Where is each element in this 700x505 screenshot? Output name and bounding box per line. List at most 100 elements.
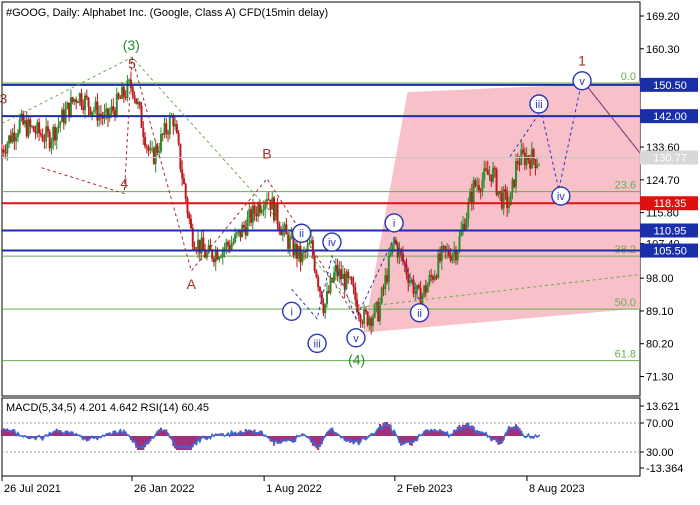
price-level-tag-text: 118.35 <box>654 198 687 210</box>
candle-body <box>469 192 472 202</box>
x-tick-label: 1 Aug 2022 <box>266 483 322 495</box>
candle-body <box>119 98 122 100</box>
candle-body <box>518 163 521 165</box>
candle-body <box>500 192 503 209</box>
candle-body <box>433 275 436 280</box>
candle-body <box>430 275 433 277</box>
y-tick-label: 169.20 <box>646 11 680 23</box>
candle-body <box>92 110 95 112</box>
candle-body <box>182 178 185 184</box>
candle-body <box>214 250 217 263</box>
candle-body <box>456 251 459 261</box>
candle-body <box>94 101 97 111</box>
candle-body <box>144 137 147 147</box>
circled-wave-text: ii <box>417 308 422 320</box>
candle-body <box>288 237 291 249</box>
candle-body <box>89 107 92 115</box>
candle-body <box>2 149 5 153</box>
macd-bar <box>499 436 502 445</box>
macd-bar <box>317 436 320 450</box>
candle-body <box>91 111 94 115</box>
macd-bar <box>439 429 442 436</box>
candle-body <box>115 93 118 117</box>
circled-wave-label: ii <box>291 223 312 243</box>
fib-level-label: 61.8 <box>615 349 636 361</box>
candle-body <box>269 199 272 210</box>
candle-body <box>484 168 487 170</box>
candle-body <box>112 106 115 111</box>
y-tick-label: 80.20 <box>646 339 674 351</box>
candle-body <box>343 273 346 290</box>
candle-body <box>537 164 540 166</box>
candle-body <box>488 174 491 176</box>
candle-body <box>29 119 32 127</box>
candle-body <box>407 274 410 283</box>
candle-body <box>234 234 237 242</box>
candle-body <box>53 126 56 141</box>
candle-body <box>223 247 226 250</box>
candle-body <box>352 283 355 288</box>
candle-body <box>273 197 276 221</box>
candle-body <box>255 213 258 217</box>
candle-body <box>387 255 390 283</box>
candle-body <box>168 117 171 135</box>
candle-body <box>250 209 253 223</box>
circled-wave-text: iii <box>313 338 320 350</box>
candle-body <box>66 102 69 110</box>
candle-body <box>52 126 55 142</box>
candle-body <box>359 315 362 323</box>
candle-body <box>476 185 479 187</box>
x-tick-label: 2 Feb 2023 <box>397 483 453 495</box>
candle-body <box>327 290 330 293</box>
macd-bar <box>509 427 512 436</box>
candle-body <box>356 299 359 312</box>
candle-body <box>172 116 175 127</box>
candle-body <box>110 106 113 114</box>
candle-body <box>76 102 79 104</box>
price-level-tag-text: 142.00 <box>653 111 687 123</box>
fib-level-label: 23.6 <box>615 180 636 192</box>
candle-body <box>242 224 245 228</box>
candle-body <box>138 102 141 106</box>
candle-body <box>449 256 452 261</box>
y-tick-label: 160.30 <box>646 44 680 56</box>
x-tick-label: 26 Jan 2022 <box>134 483 195 495</box>
candle-body <box>205 253 208 258</box>
y-tick-label: 71.30 <box>646 371 674 383</box>
candle-body <box>310 240 313 244</box>
candle-body <box>216 250 219 260</box>
candle-body <box>43 140 46 142</box>
candle-body <box>159 133 162 152</box>
candle-body <box>246 217 249 236</box>
candle-body <box>184 183 187 199</box>
candle-body <box>341 273 344 279</box>
macd-bar <box>458 424 461 436</box>
candle-body <box>73 99 76 102</box>
candle-body <box>75 99 78 103</box>
candle-body <box>329 277 332 293</box>
circled-wave-label: v <box>572 71 592 91</box>
candle-body <box>235 232 238 235</box>
candle-body <box>257 204 260 217</box>
candle-body <box>382 287 385 289</box>
indicator-tick-label: 13.621 <box>646 401 680 413</box>
candle-body <box>265 199 268 202</box>
macd-bar <box>182 436 185 450</box>
candle-body <box>45 126 48 141</box>
chart-title: #GOOG, Daily: Alphabet Inc. (Google, Cla… <box>6 7 328 19</box>
candle-body <box>474 180 477 186</box>
candle-body <box>80 93 83 107</box>
macd-bar <box>414 436 417 440</box>
candle-body <box>370 318 373 326</box>
macd-bar <box>348 436 351 443</box>
candle-body <box>386 275 389 283</box>
candle-body <box>409 280 412 283</box>
candle-body <box>59 121 62 125</box>
candle-body <box>499 191 502 193</box>
candle-body <box>248 209 251 218</box>
wave-label: 1 <box>578 52 586 68</box>
candle-body <box>347 271 350 278</box>
candle-body <box>458 236 461 252</box>
candle-body <box>267 199 270 201</box>
candle-body <box>276 202 279 225</box>
